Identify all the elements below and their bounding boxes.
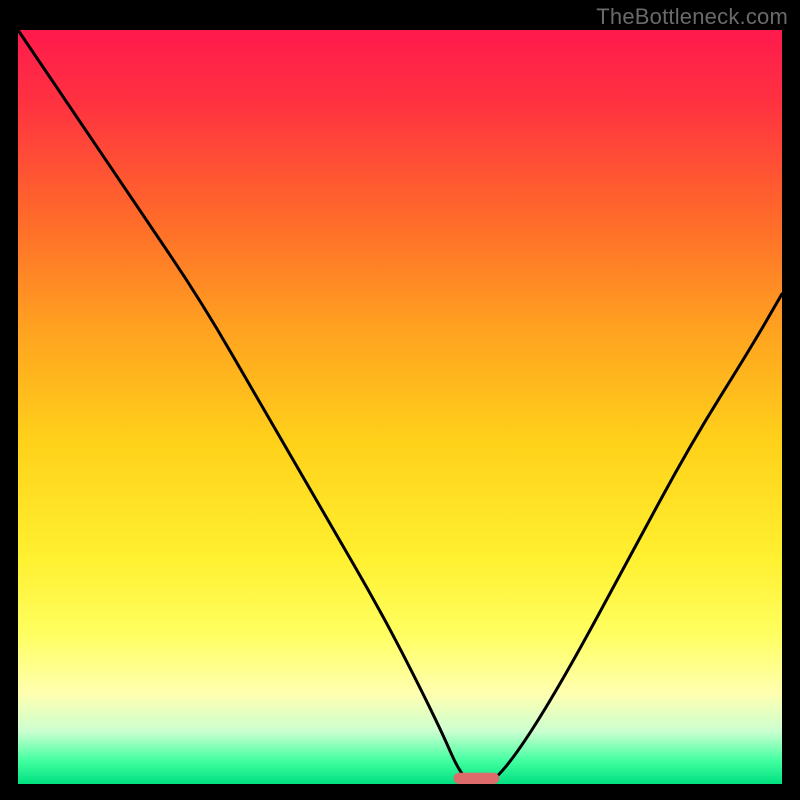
plot-background	[18, 30, 782, 784]
attribution-text: TheBottleneck.com	[596, 4, 788, 30]
bottleneck-chart	[0, 0, 800, 800]
optimal-marker	[453, 773, 499, 784]
